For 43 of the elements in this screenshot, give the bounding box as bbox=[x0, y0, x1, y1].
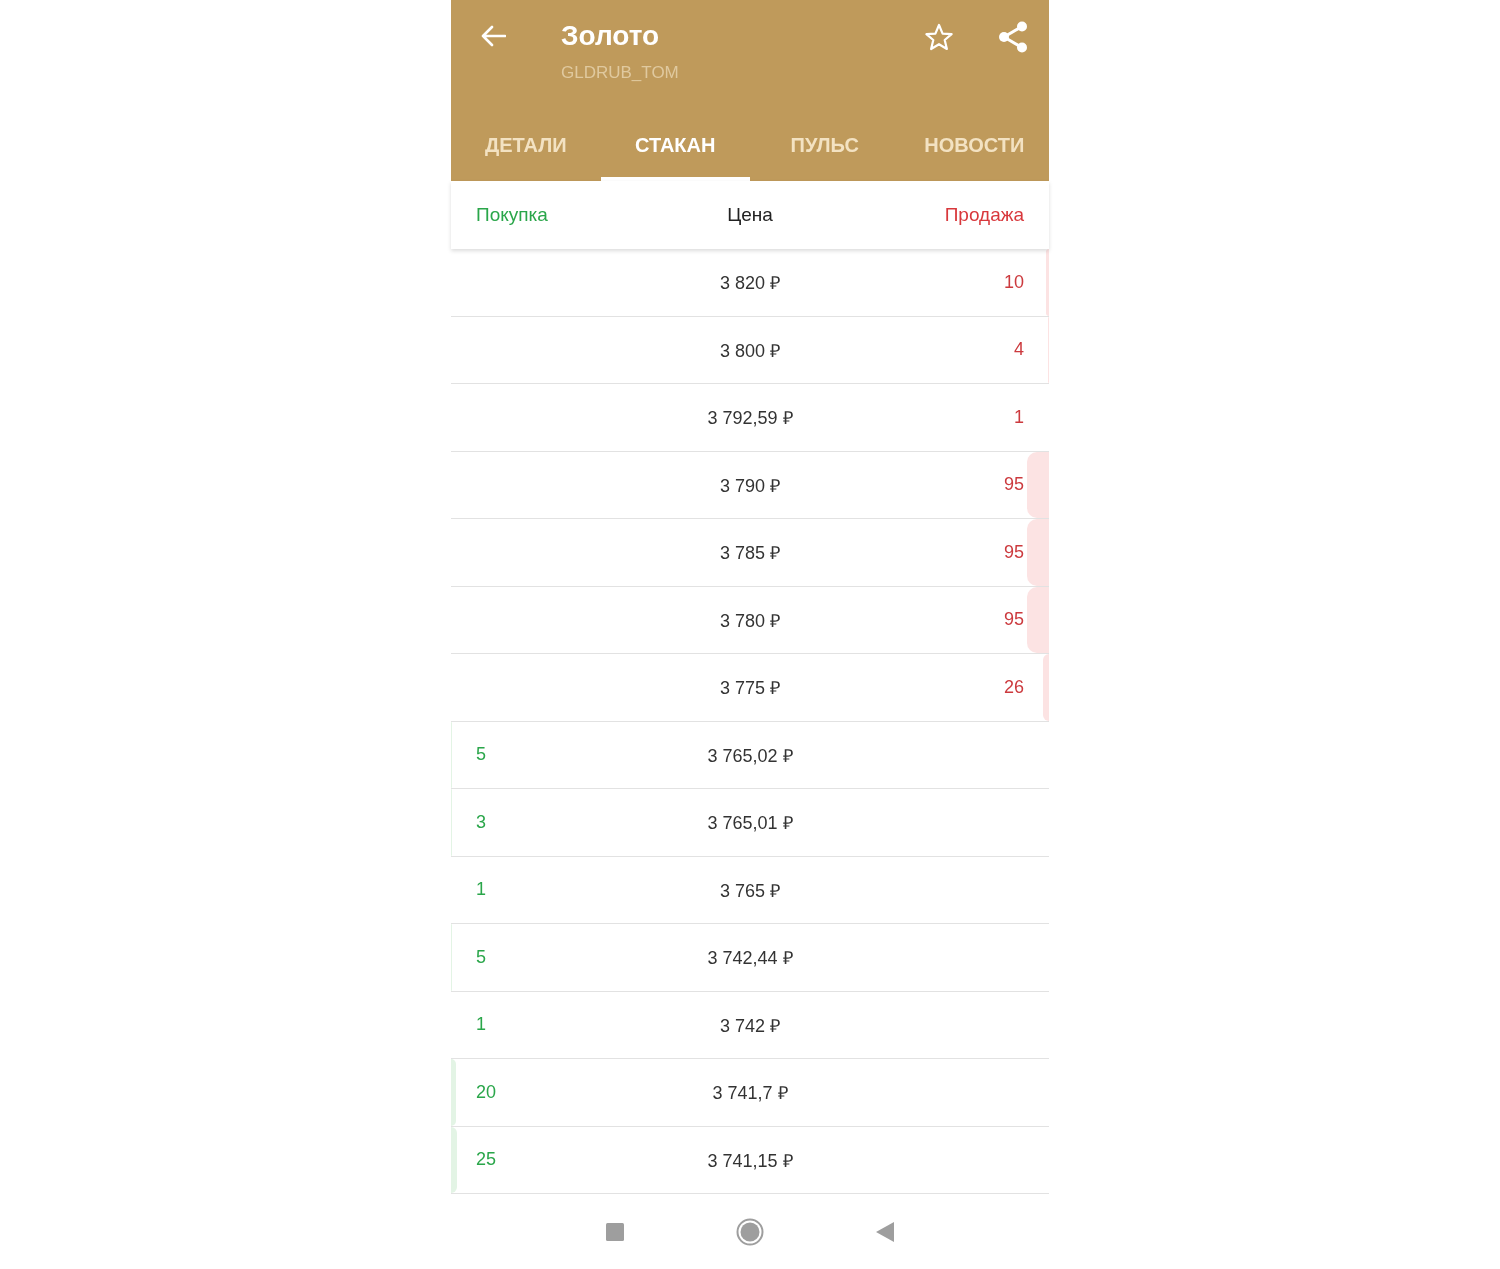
column-header: Продажа bbox=[943, 204, 1024, 226]
quantity-cell: 10 bbox=[1003, 271, 1024, 293]
tab[interactable]: ДЕТАЛИ bbox=[451, 106, 601, 181]
ticker-subtitle: GLDRUB_TOM bbox=[561, 62, 680, 84]
home-circle-icon bbox=[736, 1218, 764, 1246]
price-cell-text: 3 820 ₽ bbox=[719, 272, 780, 295]
star-icon bbox=[924, 22, 954, 52]
column-header: Цена bbox=[726, 204, 774, 226]
back-triangle-icon bbox=[876, 1222, 894, 1242]
quantity-cell: 4 bbox=[1014, 339, 1024, 361]
price-cell-text: 3 742,44 ₽ bbox=[707, 947, 793, 970]
price-cell-text: 3 800 ₽ bbox=[719, 339, 780, 362]
recent-apps-square-icon bbox=[606, 1223, 624, 1241]
price-cell-text: 3 741,15 ₽ bbox=[707, 1149, 793, 1172]
share-icon bbox=[998, 21, 1028, 53]
quantity-cell: 20 bbox=[476, 1081, 497, 1103]
price-cell-text: 3 765,01 ₽ bbox=[707, 812, 793, 835]
back-arrow-icon bbox=[480, 25, 506, 47]
tab[interactable]: СТАКАН bbox=[600, 106, 750, 181]
quantity-cell: 95 bbox=[1003, 609, 1024, 631]
quantity-cell: 1 bbox=[1014, 406, 1024, 428]
price-cell-text: 3 792,59 ₽ bbox=[707, 407, 793, 430]
price-cell-text: 3 775 ₽ bbox=[719, 677, 780, 700]
price-cell-text: 3 741,7 ₽ bbox=[712, 1082, 788, 1105]
quantity-cell: 26 bbox=[1003, 676, 1024, 698]
quantity-cell: 95 bbox=[1003, 474, 1024, 496]
price-cell-text: 3 765,02 ₽ bbox=[707, 744, 793, 767]
tab[interactable]: ПУЛЬС bbox=[750, 106, 900, 181]
price-cell-text: 3 790 ₽ bbox=[719, 474, 780, 497]
price-cell-text: 3 785 ₽ bbox=[719, 542, 780, 565]
column-header: Покупка bbox=[476, 204, 549, 226]
quantity-cell: 1 bbox=[476, 879, 486, 901]
price-cell-text: 3 765 ₽ bbox=[719, 879, 780, 902]
tab[interactable]: НОВОСТИ bbox=[899, 106, 1049, 181]
quantity-cell: 25 bbox=[476, 1149, 497, 1171]
price-cell-text: 3 742 ₽ bbox=[719, 1014, 780, 1037]
price-cell-text: 3 780 ₽ bbox=[719, 609, 780, 632]
quantity-cell: 5 bbox=[476, 744, 486, 766]
quantity-cell: 5 bbox=[476, 946, 486, 968]
screen-title: Золото bbox=[561, 19, 661, 53]
quantity-cell: 3 bbox=[476, 811, 486, 833]
quantity-cell: 1 bbox=[476, 1014, 486, 1036]
quantity-cell: 95 bbox=[1003, 541, 1024, 563]
